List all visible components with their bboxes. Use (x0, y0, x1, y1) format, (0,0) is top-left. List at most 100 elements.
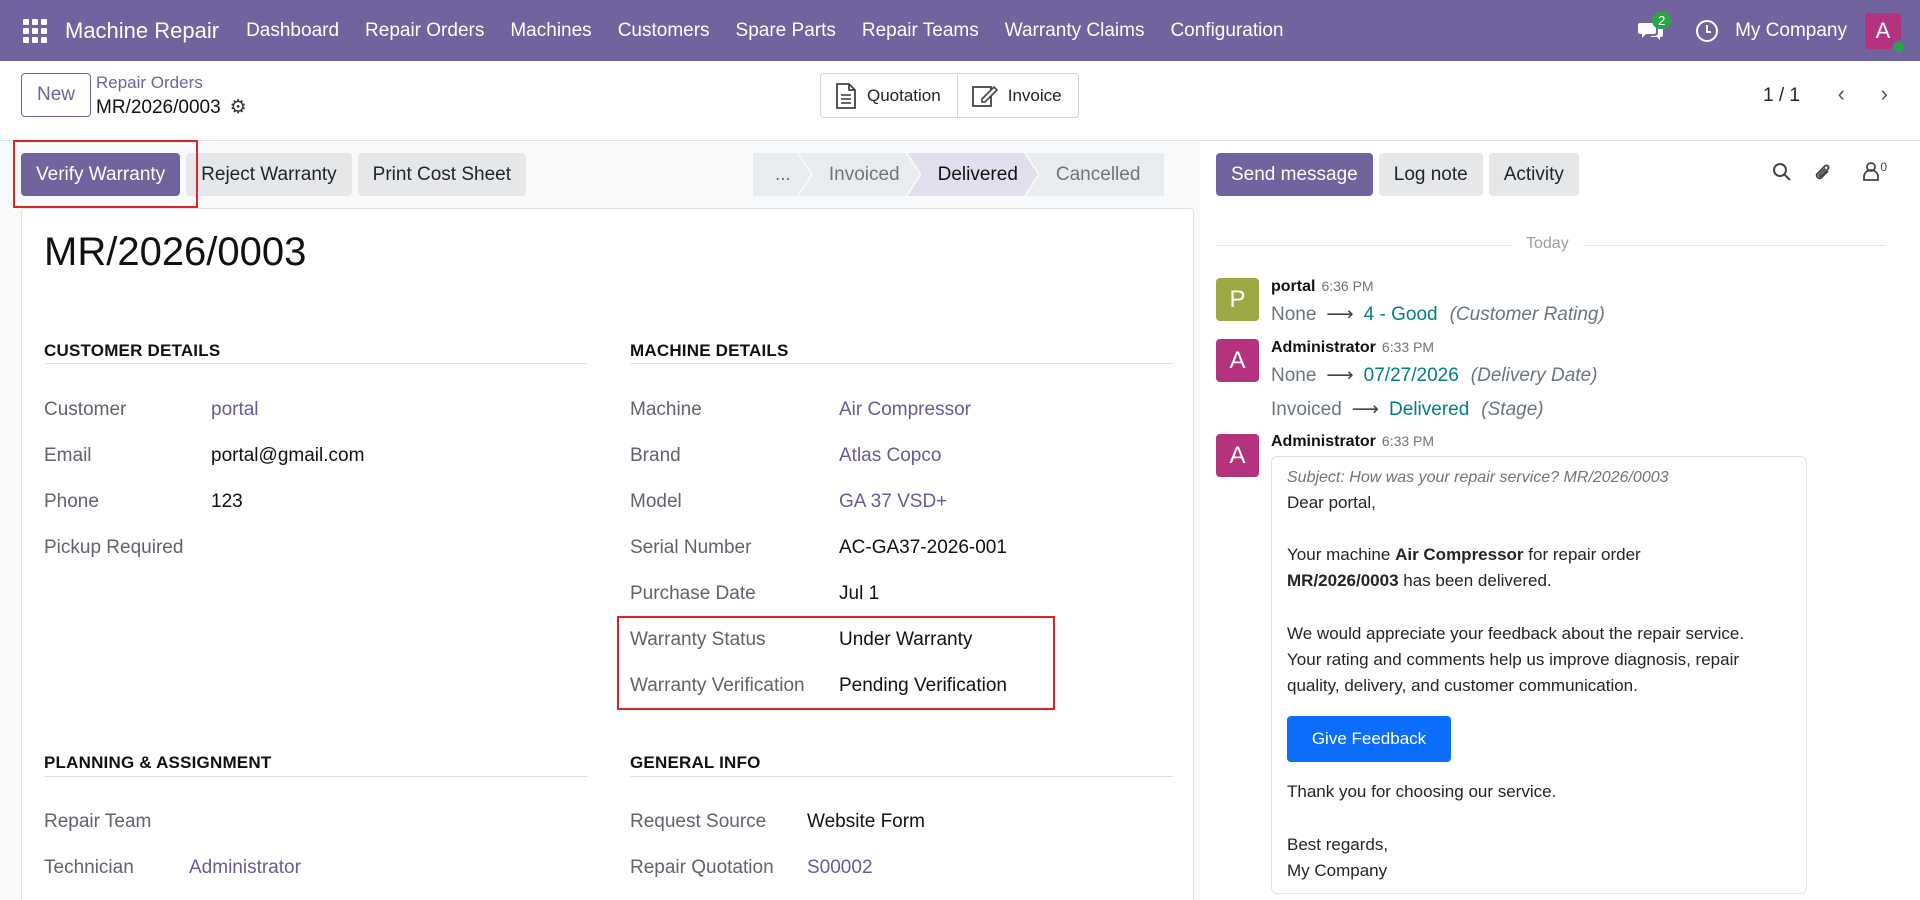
smart-buttons: Quotation Invoice (820, 73, 1079, 118)
chatter-buttons: Send message Log note Activity (1216, 153, 1585, 196)
email-line: Your machine Air Compressor for repair o… (1287, 542, 1641, 568)
message-author[interactable]: Administrator 6:33 PM (1271, 433, 1434, 451)
reject-warranty-button[interactable]: Reject Warranty (186, 153, 352, 196)
tracking-field: (Delivery Date) (1470, 364, 1598, 386)
pager-previous-icon[interactable]: ‹ (1838, 81, 1845, 107)
customer-label: Customer (44, 399, 127, 420)
messages-icon[interactable]: 2 (1636, 11, 1672, 46)
email-text: Your machine (1287, 545, 1396, 564)
tracking-old-value: Invoiced (1271, 398, 1342, 420)
company-switcher[interactable]: My Company (1735, 20, 1847, 42)
breadcrumb-repair-orders[interactable]: Repair Orders (96, 73, 203, 93)
stage-delivered[interactable]: Delivered (908, 153, 1038, 196)
model-value[interactable]: GA 37 VSD+ (839, 491, 947, 513)
email-text: has been delivered. (1398, 571, 1552, 590)
author-name: portal (1271, 278, 1316, 295)
stage-more[interactable]: ... (753, 153, 811, 196)
customer-value[interactable]: portal (211, 399, 259, 421)
quotation-smart-button[interactable]: Quotation (821, 74, 957, 117)
form-sheet (21, 208, 1194, 900)
menu-spare-parts[interactable]: Spare Parts (723, 20, 849, 42)
repair-quotation-value[interactable]: S00002 (807, 857, 873, 879)
machine-value[interactable]: Air Compressor (839, 399, 971, 421)
brand-value[interactable]: Atlas Copco (839, 445, 941, 467)
new-button[interactable]: New (21, 73, 91, 117)
menu-repair-orders[interactable]: Repair Orders (352, 20, 497, 42)
general-info-heading: GENERAL INFO (630, 753, 761, 772)
activity-clock-icon[interactable] (1696, 19, 1719, 42)
tracking-field: (Stage) (1481, 398, 1544, 420)
message-avatar[interactable]: A (1216, 434, 1259, 477)
arrow-right-icon: ⟶ (1326, 365, 1354, 386)
technician-label: Technician (44, 857, 134, 878)
send-message-button[interactable]: Send message (1216, 153, 1373, 196)
message-time: 6:33 PM (1381, 433, 1435, 449)
menu-configuration[interactable]: Configuration (1157, 20, 1296, 42)
phone-value[interactable]: 123 (211, 491, 243, 513)
invoice-smart-button[interactable]: Invoice (956, 74, 1078, 117)
request-source-value[interactable]: Website Form (807, 811, 925, 833)
highlight-warranty-fields (617, 616, 1055, 710)
pager-next-icon[interactable]: › (1881, 81, 1888, 107)
menu-machines[interactable]: Machines (497, 20, 604, 42)
email-order-ref: MR/2026/0003 (1287, 571, 1399, 590)
technician-value[interactable]: Administrator (189, 857, 301, 879)
section-divider (630, 776, 1173, 777)
search-icon[interactable] (1772, 162, 1792, 188)
paperclip-icon[interactable] (1813, 162, 1833, 190)
print-cost-sheet-button[interactable]: Print Cost Sheet (357, 153, 527, 196)
pickup-required-label: Pickup Required (44, 537, 184, 558)
stage-cancelled[interactable]: Cancelled (1025, 153, 1165, 196)
message-time: 6:33 PM (1381, 339, 1435, 355)
menu-repair-teams[interactable]: Repair Teams (849, 20, 992, 42)
author-name: Administrator (1271, 339, 1376, 356)
message-author[interactable]: Administrator 6:33 PM (1271, 339, 1434, 357)
arrow-right-icon: ⟶ (1326, 304, 1354, 325)
tracking-new-value: Delivered (1389, 398, 1470, 420)
repair-team-label: Repair Team (44, 811, 152, 832)
activity-button[interactable]: Activity (1488, 153, 1579, 196)
email-line: Your rating and comments help us improve… (1287, 650, 1740, 669)
customer-details-heading: CUSTOMER DETAILS (44, 341, 221, 360)
tracking-line: None ⟶ 07/27/2026 (Delivery Date) (1271, 364, 1597, 387)
purchase-date-label: Purchase Date (630, 583, 756, 604)
section-divider (44, 363, 588, 364)
user-avatar[interactable]: A (1865, 12, 1906, 54)
breadcrumb-current: MR/2026/0003 ⚙ (96, 96, 247, 119)
record-title: MR/2026/0003 (44, 230, 307, 274)
stage-invoiced[interactable]: Invoiced (799, 153, 920, 196)
invoice-label: Invoice (1007, 85, 1062, 105)
menu-dashboard[interactable]: Dashboard (233, 20, 352, 42)
message-avatar[interactable]: A (1216, 339, 1259, 382)
app-name[interactable]: Machine Repair (65, 18, 219, 44)
machine-details-heading: MACHINE DETAILS (630, 341, 789, 360)
control-panel: New Repair Orders MR/2026/0003 ⚙ Quotati… (0, 61, 1920, 141)
menu-customers[interactable]: Customers (605, 20, 723, 42)
breadcrumb-current-label: MR/2026/0003 (96, 96, 221, 118)
section-divider (630, 363, 1173, 364)
date-divider-label: Today (1512, 235, 1583, 253)
email-subject: Subject: How was your repair service? MR… (1287, 469, 1669, 486)
email-text: for repair order (1523, 545, 1641, 564)
tracking-old-value: None (1271, 303, 1317, 325)
pager-value[interactable]: 1 / 1 (1763, 85, 1800, 107)
email-signature: My Company (1287, 861, 1388, 880)
apps-grid-icon[interactable] (23, 18, 47, 43)
message-avatar[interactable]: P (1216, 278, 1259, 321)
menu-warranty-claims[interactable]: Warranty Claims (992, 20, 1158, 42)
purchase-date-value[interactable]: Jul 1 (839, 583, 879, 605)
serial-number-value[interactable]: AC-GA37-2026-001 (839, 537, 1007, 559)
log-note-button[interactable]: Log note (1378, 153, 1483, 196)
give-feedback-button[interactable]: Give Feedback (1287, 716, 1451, 762)
author-name: Administrator (1271, 433, 1376, 450)
gear-icon[interactable]: ⚙ (230, 96, 247, 119)
quotation-label: Quotation (867, 85, 941, 105)
email-label: Email (44, 445, 92, 466)
arrow-right-icon: ⟶ (1351, 399, 1380, 420)
tracking-new-value: 4 - Good (1363, 303, 1438, 325)
message-time: 6:36 PM (1321, 278, 1374, 294)
messages-count-badge: 2 (1652, 11, 1672, 29)
followers-button[interactable]: 0 (1862, 160, 1887, 182)
email-value[interactable]: portal@gmail.com (211, 445, 364, 467)
message-author[interactable]: portal 6:36 PM (1271, 278, 1374, 296)
